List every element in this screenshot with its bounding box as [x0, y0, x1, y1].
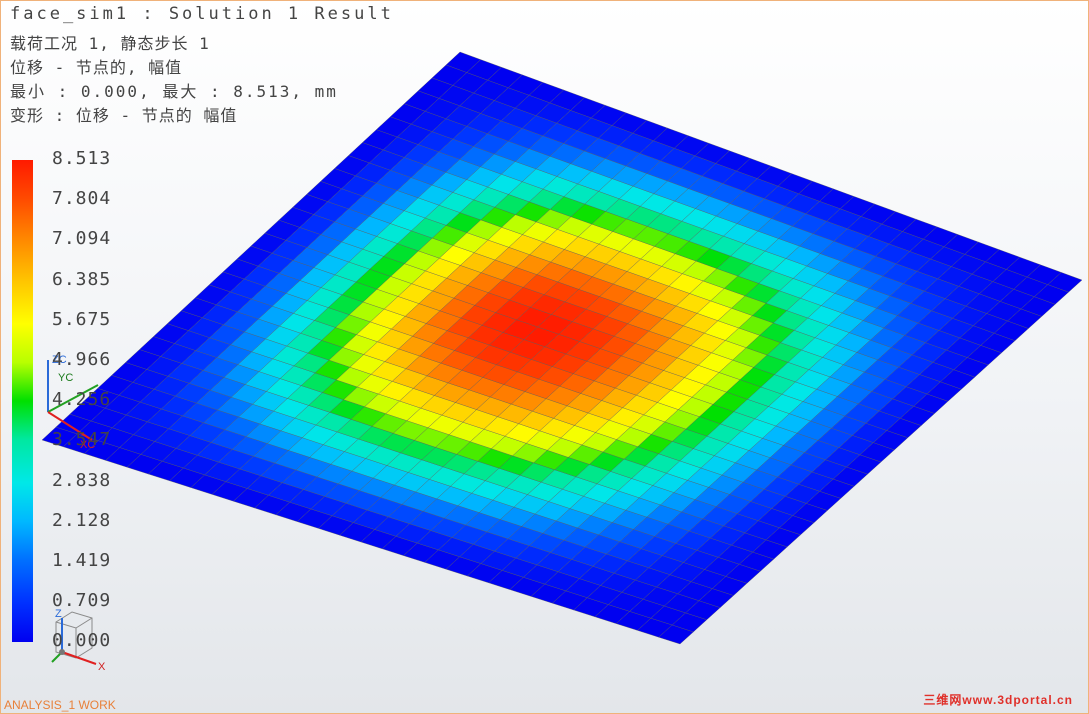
legend-label: 7.804 — [52, 188, 112, 210]
watermark-text: 三维网www.3dportal.cn — [923, 693, 1073, 707]
deformation-line: 变形 : 位移 - 节点的 幅值 — [10, 106, 238, 125]
contour-plot-mesh — [41, 51, 1083, 645]
triad-yc-label: YC — [58, 372, 73, 384]
legend-label: 2.838 — [52, 469, 112, 491]
legend-label: 0.709 — [52, 590, 112, 612]
legend-label: 2.128 — [52, 509, 112, 531]
legend-label: 5.675 — [52, 308, 112, 330]
legend-label: 7.094 — [52, 228, 112, 250]
legend-label: 0.000 — [52, 630, 112, 652]
color-legend-bar — [12, 160, 33, 642]
legend-label: 3.547 — [52, 429, 112, 451]
legend-label: 6.385 — [52, 268, 112, 290]
legend-label: 8.513 — [52, 148, 112, 169]
legend-label: 4.966 — [52, 349, 112, 370]
legend-label: 1.419 — [52, 550, 112, 571]
result-type-line: 位移 - 节点的, 幅值 — [10, 58, 183, 77]
status-bar-text: ANALYSIS_1 WORK — [4, 698, 116, 712]
result-title: face_sim1 : Solution 1 Result — [10, 4, 394, 24]
min-max-line: 最小 : 0.000, 最大 : 8.513, mm — [10, 82, 338, 101]
mini-triad-x-label: X — [98, 661, 106, 673]
legend-label: 4.256 — [52, 389, 112, 411]
load-case-line: 载荷工况 1, 静态步长 1 — [10, 34, 210, 53]
